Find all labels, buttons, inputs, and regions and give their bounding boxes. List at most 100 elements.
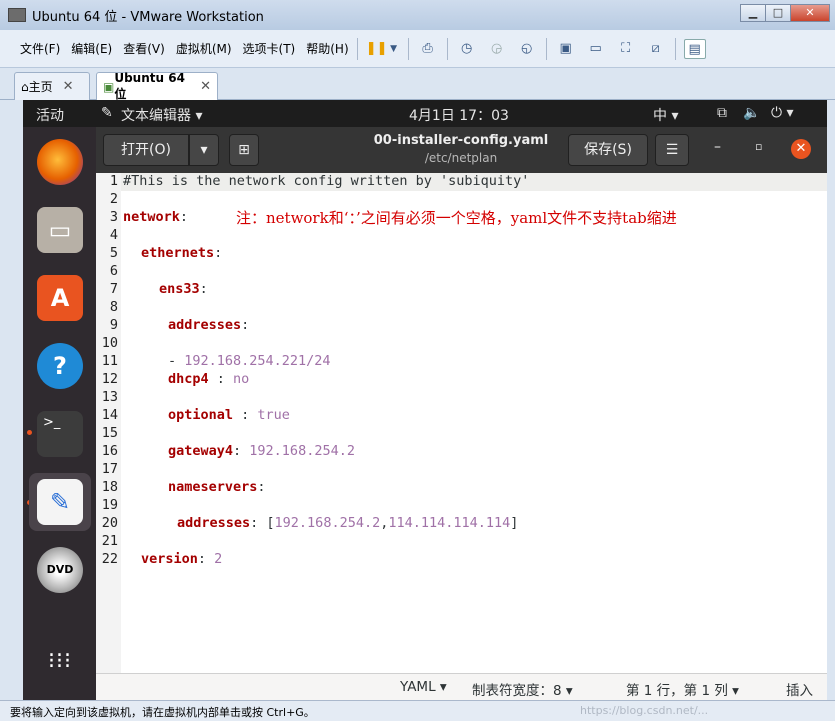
code-editor[interactable]: #This is the network config written by '… <box>121 173 827 673</box>
code-line: - 192.168.254.221/24 <box>168 353 331 369</box>
save-button[interactable]: 保存(S) <box>568 134 648 166</box>
gnome-top-bar: 活动 ✎ 文本编辑器 ▾ 4月1日 17：03 中 ▾ ⧉ 🔈 ⏻ ▾ <box>23 100 827 127</box>
yaml-value: 192.168.254.2 <box>249 443 355 459</box>
toolbar-separator <box>356 37 358 60</box>
tab-home[interactable]: ⌂ 主页 ✕ <box>14 72 90 100</box>
language-selector[interactable]: YAML ▾ <box>400 679 447 695</box>
dvd-icon[interactable]: DVD <box>37 547 83 593</box>
gedit-header-bar: 打开(O) ▾ ⊞ 00-installer-config.yaml /etc/… <box>96 127 827 173</box>
pause-dropdown-icon[interactable]: ▼ <box>388 39 400 59</box>
activities-button[interactable]: 活动 <box>36 105 64 125</box>
cursor-position[interactable]: 第 1 行，第 1 列 ▾ <box>626 679 739 699</box>
yaml-key: ens33 <box>159 281 200 297</box>
show-applications-icon[interactable]: ⁝⁝⁝ <box>37 639 83 685</box>
code-line: optional : true <box>168 407 290 423</box>
show-thumbnail-icon[interactable]: ▭ <box>585 39 607 59</box>
cursor-position-label: 第 1 行，第 1 列 <box>626 683 728 699</box>
menu-help[interactable]: 帮助(H) <box>306 40 348 57</box>
software-icon[interactable]: A <box>37 275 83 321</box>
yaml-dash: - <box>168 353 185 369</box>
close-tab-icon[interactable]: ✕ <box>63 79 74 94</box>
vmware-app-icon <box>8 8 26 22</box>
code-line: ens33: <box>159 281 208 297</box>
guest-screen[interactable]: 活动 ✎ 文本编辑器 ▾ 4月1日 17：03 中 ▾ ⧉ 🔈 ⏻ ▾ ▭ A … <box>23 100 827 700</box>
files-icon[interactable]: ▭ <box>37 207 83 253</box>
revert-snapshot-icon[interactable]: ◶ <box>486 39 508 59</box>
help-icon[interactable]: ? <box>37 343 83 389</box>
line-number: 6 <box>109 263 118 279</box>
line-number: 21 <box>101 533 118 549</box>
tab-ubuntu[interactable]: ▣ Ubuntu 64 位 ✕ <box>96 71 218 101</box>
clock[interactable]: 4月1日 17：03 <box>409 105 509 125</box>
close-window-button[interactable]: ✕ <box>790 4 830 22</box>
show-library-icon[interactable]: ▣ <box>555 39 577 59</box>
network-icon[interactable]: ⧉ <box>717 105 727 121</box>
close-icon[interactable]: ✕ <box>791 139 811 159</box>
minimize-icon[interactable]: – <box>714 139 721 155</box>
home-icon: ⌂ <box>21 79 29 94</box>
yaml-value: 192.168.254.221/24 <box>184 353 331 369</box>
running-indicator <box>27 430 32 435</box>
document-path: /etc/netplan <box>424 151 498 165</box>
firefox-icon[interactable] <box>37 139 83 185</box>
menu-tabs[interactable]: 选项卡(T) <box>243 40 296 57</box>
app-menu-label: 文本编辑器 <box>121 108 191 124</box>
text-editor-icon: ✎ <box>101 105 113 121</box>
yaml-key: addresses <box>177 515 251 531</box>
input-method[interactable]: 中 ▾ <box>653 105 678 125</box>
line-number: 15 <box>101 425 118 441</box>
send-ctrl-alt-del-icon[interactable]: ⎙ <box>417 39 439 59</box>
menu-file[interactable]: 文件(F) <box>20 40 60 57</box>
yaml-value: no <box>233 371 250 387</box>
volume-icon[interactable]: 🔈 <box>743 105 760 121</box>
yaml-key: gateway4 <box>168 443 234 459</box>
unity-icon[interactable]: ⧄ <box>645 39 667 59</box>
line-number: 17 <box>101 461 118 477</box>
full-screen-icon[interactable]: ⛶ <box>615 39 637 59</box>
line-number: 3 <box>109 209 118 225</box>
line-number: 16 <box>101 443 118 459</box>
line-number: 11 <box>101 353 118 369</box>
language-label: YAML <box>400 679 436 695</box>
toolbar-separator <box>674 37 676 60</box>
line-number: 7 <box>109 281 118 297</box>
terminal-icon[interactable]: >_ <box>37 411 83 457</box>
console-view-icon[interactable]: ▤ <box>683 38 706 59</box>
maximize-icon[interactable]: ▫ <box>755 140 762 153</box>
line-number: 1 <box>109 173 118 189</box>
app-menu[interactable]: 文本编辑器 ▾ <box>121 105 202 125</box>
toolbar-separator <box>407 37 409 60</box>
line-number: 4 <box>109 227 118 243</box>
text-editor-dock-icon[interactable]: ✎ <box>37 479 83 525</box>
pause-icon[interactable]: ❚❚ <box>366 39 388 59</box>
maximize-button[interactable]: □ <box>765 4 791 22</box>
yaml-key: ethernets <box>141 245 215 261</box>
close-tab-icon[interactable]: ✕ <box>200 79 211 94</box>
line-number: 10 <box>101 335 118 351</box>
code-line: addresses: [192.168.254.2,114.114.114.11… <box>177 515 519 531</box>
yaml-key: network <box>123 209 180 225</box>
menu-edit[interactable]: 编辑(E) <box>71 40 112 57</box>
hamburger-menu-button[interactable]: ☰ <box>655 134 689 166</box>
line-number: 2 <box>109 191 118 207</box>
menu-bar: 文件(F) 编辑(E) 查看(V) 虚拟机(M) 选项卡(T) 帮助(H) ❚❚… <box>0 30 835 68</box>
power-icon[interactable]: ⏻ ▾ <box>771 105 794 121</box>
open-button[interactable]: 打开(O) <box>103 134 189 166</box>
toolbar-separator <box>545 37 547 60</box>
line-number: 18 <box>101 479 118 495</box>
tab-width-selector[interactable]: 制表符宽度：8 ▾ <box>472 679 573 699</box>
vm-tab-strip: ⌂ 主页 ✕ ▣ Ubuntu 64 位 ✕ <box>0 68 835 101</box>
host-status-bar: 要将输入定向到该虚拟机，请在虚拟机内部单击或按 Ctrl+G。 https://… <box>0 700 835 721</box>
yaml-value: 2 <box>214 551 223 567</box>
red-annotation: 注：network和‘：’之间有必须一个空格，yaml文件不支持tab缩进 <box>236 209 677 227</box>
snapshot-manager-icon[interactable]: ◵ <box>516 39 538 59</box>
editor-status-bar: YAML ▾ 制表符宽度：8 ▾ 第 1 行，第 1 列 ▾ 插入 <box>96 673 827 700</box>
menu-view[interactable]: 查看(V) <box>123 40 165 57</box>
snapshot-icon[interactable]: ◷ <box>456 39 478 59</box>
new-document-button[interactable]: ⊞ <box>229 134 259 166</box>
tab-width-label: 制表符宽度：8 <box>472 683 562 699</box>
line-number: 19 <box>101 497 118 513</box>
minimize-button[interactable]: ▁ <box>740 4 766 22</box>
open-dropdown-button[interactable]: ▾ <box>189 134 219 166</box>
menu-vm[interactable]: 虚拟机(M) <box>176 40 232 57</box>
